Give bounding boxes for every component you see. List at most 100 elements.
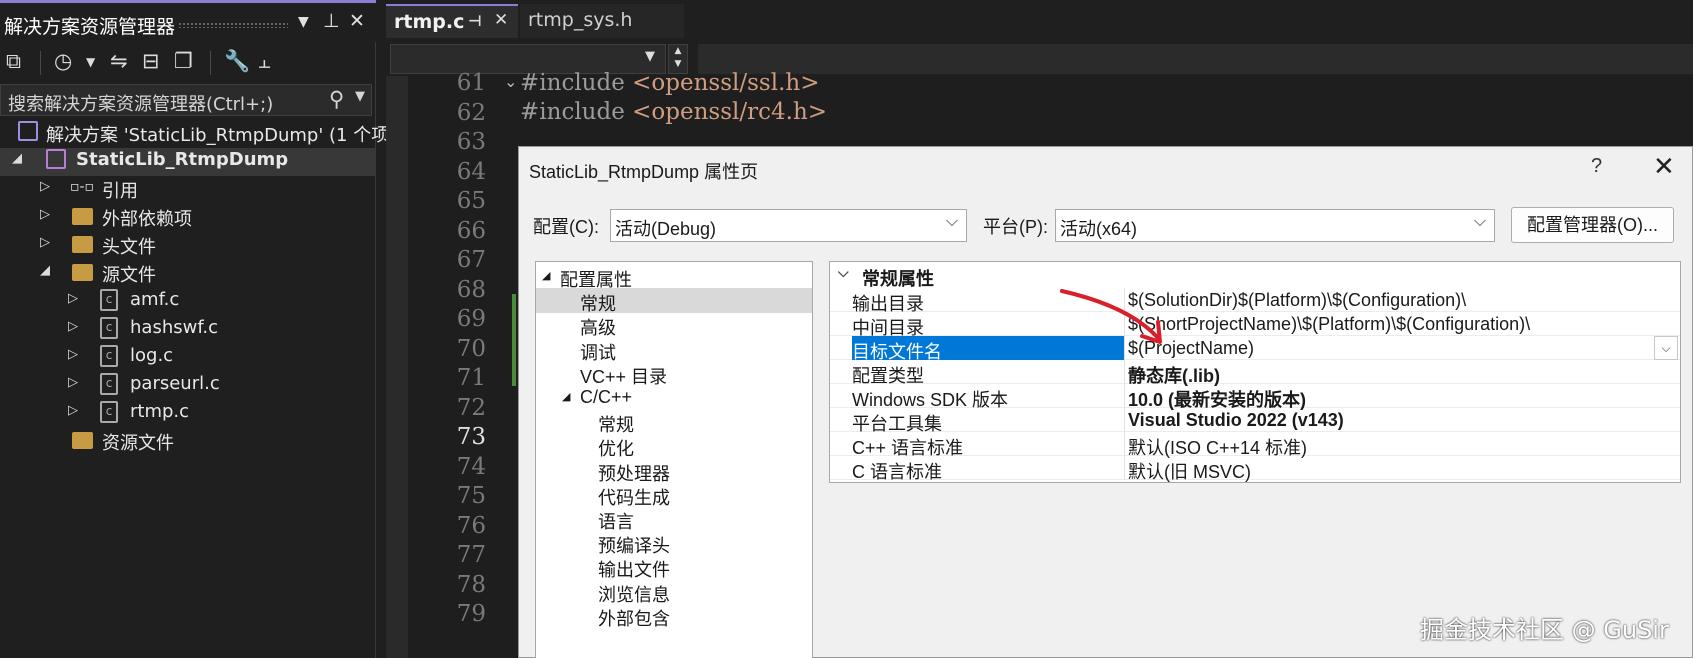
preview-selected-items-icon[interactable]: ⫠ bbox=[258, 49, 271, 74]
column-divider[interactable] bbox=[1124, 456, 1125, 480]
property-name: 平台工具集 bbox=[852, 414, 942, 434]
column-divider[interactable] bbox=[1124, 408, 1125, 432]
tree-item-references[interactable]: ▷ ▫-▫ 引用 bbox=[0, 176, 376, 204]
tree-node[interactable]: 调试 bbox=[536, 337, 812, 363]
property-row[interactable]: 目标文件名 $(ProjectName) ⌵ bbox=[830, 336, 1680, 362]
tab-rtmp-c[interactable]: rtmp.c ⊣ ✕ bbox=[386, 4, 518, 38]
collapse-all-icon[interactable]: ⊟ bbox=[142, 49, 160, 73]
collapse-arrow-icon[interactable]: ⌵ bbox=[838, 264, 849, 281]
collapsed-arrow-icon[interactable]: ▷ bbox=[68, 319, 78, 334]
column-divider[interactable] bbox=[1124, 360, 1125, 384]
property-value[interactable]: $(SolutionDir)$(Platform)\$(Configuratio… bbox=[1128, 290, 1466, 311]
solution-explorer-search[interactable]: 搜索解决方案资源管理器(Ctrl+;) ⚲ ▼ bbox=[0, 84, 372, 116]
chevron-down-icon[interactable]: ⌵ bbox=[1654, 336, 1678, 360]
property-row[interactable]: 配置类型 静态库(.lib) bbox=[830, 360, 1680, 386]
collapsed-arrow-icon[interactable]: ▷ bbox=[40, 179, 50, 194]
close-dialog-icon[interactable]: ✕ bbox=[1653, 151, 1675, 182]
tree-node[interactable]: 输出文件 bbox=[536, 554, 812, 580]
tree-node[interactable]: 浏览信息 bbox=[536, 579, 812, 605]
property-value[interactable]: $(ProjectName) bbox=[1128, 338, 1254, 359]
tree-item-file[interactable]: ▷ c parseurl.c bbox=[0, 372, 376, 400]
tree-node[interactable]: 预处理器 bbox=[536, 458, 812, 484]
tree-node[interactable]: 代码生成 bbox=[536, 482, 812, 508]
tree-node[interactable]: 外部包含 bbox=[536, 603, 812, 629]
property-value[interactable]: Visual Studio 2022 (v143) bbox=[1128, 410, 1344, 431]
property-category-header[interactable]: ⌵ 常规属性 bbox=[830, 262, 1680, 289]
toolbar-separator bbox=[40, 51, 41, 75]
column-divider[interactable] bbox=[1124, 336, 1125, 360]
column-divider[interactable] bbox=[1124, 288, 1125, 312]
collapsed-arrow-icon[interactable]: ▷ bbox=[68, 375, 78, 390]
tree-node[interactable]: 常规 bbox=[536, 288, 812, 314]
tree-node[interactable]: VC++ 目录 bbox=[536, 361, 812, 387]
collapsed-arrow-icon[interactable]: ▷ bbox=[68, 403, 78, 418]
collapsed-arrow-icon[interactable]: ▷ bbox=[40, 235, 50, 250]
tree-item-file[interactable]: ▷ c log.c bbox=[0, 344, 376, 372]
tree-node[interactable]: 高级 bbox=[536, 312, 812, 338]
collapsed-arrow-icon[interactable]: ▷ bbox=[40, 207, 50, 222]
tree-item-file[interactable]: ▷ c hashswf.c bbox=[0, 316, 376, 344]
tree-item-header-files[interactable]: ▷ 头文件 bbox=[0, 232, 376, 260]
collapse-outline-icon[interactable]: ⌄ bbox=[504, 72, 517, 91]
pin-icon[interactable]: ⊥ bbox=[323, 10, 340, 32]
tree-node[interactable]: ◢ C/C++ bbox=[536, 385, 812, 410]
expanded-arrow-icon[interactable]: ◢ bbox=[562, 390, 570, 403]
collapsed-arrow-icon[interactable]: ▷ bbox=[68, 291, 78, 306]
config-label: 配置(C): bbox=[533, 217, 599, 237]
tree-node[interactable]: ◢ 配置属性 bbox=[536, 264, 812, 290]
tree-item-external-deps[interactable]: ▷ 外部依赖项 bbox=[0, 204, 376, 232]
pin-tab-icon[interactable]: ⊣ bbox=[468, 12, 482, 30]
drag-grip[interactable] bbox=[178, 22, 288, 28]
property-row[interactable]: 输出目录 $(SolutionDir)$(Platform)\$(Configur… bbox=[830, 288, 1680, 314]
expanded-arrow-icon[interactable]: ◢ bbox=[542, 269, 550, 282]
property-value[interactable]: 默认(旧 MSVC) bbox=[1128, 458, 1251, 484]
tree-node[interactable]: 常规 bbox=[536, 409, 812, 435]
platform-select[interactable]: 活动(x64) ⌵ bbox=[1055, 209, 1495, 242]
sync-with-active-document-icon[interactable]: ⇋ bbox=[110, 49, 128, 73]
expanded-arrow-icon[interactable]: ◢ bbox=[12, 151, 22, 166]
column-divider[interactable] bbox=[1124, 384, 1125, 408]
search-icon[interactable]: ⚲ bbox=[329, 87, 344, 111]
expanded-arrow-icon[interactable]: ◢ bbox=[40, 263, 50, 278]
tab-label: rtmp_sys.h bbox=[528, 9, 633, 31]
tree-item-file[interactable]: ▷ c amf.c bbox=[0, 288, 376, 316]
column-divider[interactable] bbox=[1124, 312, 1125, 336]
tree-node[interactable]: 预编译头 bbox=[536, 530, 812, 556]
property-row[interactable]: Windows SDK 版本 10.0 (最新安装的版本) bbox=[830, 384, 1680, 410]
member-dropdown[interactable] bbox=[698, 44, 1693, 74]
tree-project-node[interactable]: ◢ StaticLib_RtmpDump bbox=[0, 148, 376, 176]
line-number: 72 bbox=[456, 394, 486, 421]
tree-node-label: 外部包含 bbox=[598, 608, 670, 629]
code-line[interactable]: ⌄ #include <openssl/ssl.h> bbox=[504, 70, 819, 96]
close-icon[interactable]: ✕ bbox=[349, 10, 365, 32]
tree-item-resource-files[interactable]: 资源文件 bbox=[0, 428, 376, 456]
filter-dropdown-icon[interactable]: ▼ bbox=[86, 55, 95, 69]
configuration-select[interactable]: 活动(Debug) ⌵ bbox=[610, 209, 967, 242]
property-row[interactable]: C++ 语言标准 默认(ISO C++14 标准) bbox=[830, 432, 1680, 458]
tree-solution-node[interactable]: 解决方案 'StaticLib_RtmpDump' (1 个项 bbox=[0, 120, 389, 148]
code-line[interactable]: #include <openssl/rc4.h> bbox=[520, 99, 827, 125]
configuration-manager-button[interactable]: 配置管理器(O)... bbox=[1511, 207, 1674, 243]
switch-views-icon[interactable]: ⧉ bbox=[6, 49, 21, 74]
pending-changes-filter-icon[interactable]: ◷ bbox=[54, 49, 72, 73]
close-tab-icon[interactable]: ✕ bbox=[494, 10, 508, 30]
tree-node[interactable]: 语言 bbox=[536, 506, 812, 532]
show-all-files-icon[interactable]: ❐ bbox=[174, 49, 193, 73]
property-value[interactable]: $(ShortProjectName)\$(Platform)\$(Config… bbox=[1128, 314, 1530, 335]
search-options-dropdown-icon[interactable]: ▼ bbox=[355, 89, 365, 104]
tree-item-file[interactable]: ▷ c rtmp.c bbox=[0, 400, 376, 428]
column-divider[interactable] bbox=[1124, 432, 1125, 456]
help-icon[interactable]: ? bbox=[1591, 155, 1602, 178]
tree-item-source-files[interactable]: ◢ 源文件 bbox=[0, 260, 376, 288]
property-row[interactable]: 平台工具集 Visual Studio 2022 (v143) bbox=[830, 408, 1680, 434]
window-position-dropdown-icon[interactable]: ▼ bbox=[298, 14, 309, 30]
line-number: 73 bbox=[456, 424, 486, 450]
solution-explorer-title: 解决方案资源管理器 bbox=[4, 16, 176, 38]
line-number: 68 bbox=[456, 276, 486, 303]
property-row[interactable]: 中间目录 $(ShortProjectName)\$(Platform)\$(Co… bbox=[830, 312, 1680, 338]
property-row[interactable]: C 语言标准 默认(旧 MSVC) bbox=[830, 456, 1680, 482]
tab-rtmp-sys-h[interactable]: rtmp_sys.h bbox=[520, 4, 684, 38]
tree-node[interactable]: 优化 bbox=[536, 433, 812, 459]
properties-wrench-icon[interactable]: 🔧 bbox=[224, 49, 250, 74]
collapsed-arrow-icon[interactable]: ▷ bbox=[68, 347, 78, 362]
